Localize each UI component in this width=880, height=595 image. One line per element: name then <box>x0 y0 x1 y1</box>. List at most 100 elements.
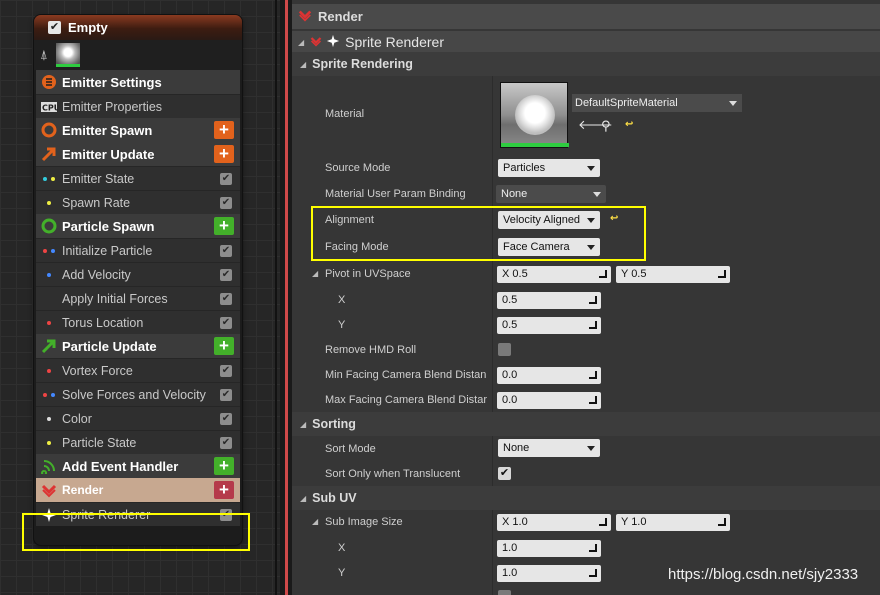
module-enable-checkbox[interactable]: ✔ <box>220 245 232 257</box>
section-particle-spawn[interactable]: Particle Spawn + <box>36 214 240 238</box>
min-facing-input[interactable]: 0.0 <box>497 367 601 384</box>
collapse-arrow-icon[interactable]: ◢ <box>300 420 306 429</box>
sub-image-x-field[interactable]: X 1.0 <box>497 514 611 531</box>
prop-remove-hmd-roll: Remove HMD Roll <box>325 343 417 356</box>
add-event-handler-button[interactable]: + <box>214 457 234 475</box>
search-icon[interactable]: ⚲ <box>601 118 611 134</box>
pivot-y-field[interactable]: Y 0.5 <box>616 266 730 283</box>
category-render[interactable]: Render <box>292 4 880 29</box>
module-dot-icon <box>36 200 62 205</box>
module-enable-checkbox[interactable]: ✔ <box>220 437 232 449</box>
drag-grip-icon <box>599 270 607 278</box>
drag-grip-icon <box>599 518 607 526</box>
module-enable-checkbox[interactable]: ✔ <box>220 173 232 185</box>
category-sub-uv[interactable]: ◢ Sub UV <box>292 486 880 510</box>
sprite-icon <box>326 34 340 51</box>
collapse-arrow-icon[interactable]: ◢ <box>300 494 306 503</box>
add-module-button[interactable]: + <box>214 121 234 139</box>
material-user-param-dropdown[interactable]: None <box>496 185 606 203</box>
render-icon <box>310 34 322 50</box>
category-sorting[interactable]: ◢ Sorting <box>292 412 880 436</box>
reset-default-icon[interactable]: ↩ <box>625 119 633 130</box>
module-enable-checkbox[interactable]: ✔ <box>220 365 232 377</box>
drag-grip-icon <box>589 296 597 304</box>
module-dot-icon <box>36 320 62 325</box>
section-emitter-update[interactable]: Emitter Update + <box>36 142 240 166</box>
module-dot-icon <box>36 272 62 277</box>
module-solve-forces[interactable]: Solve Forces and Velocity ✔ <box>36 382 240 406</box>
section-render[interactable]: Render + <box>36 478 240 502</box>
sub-image-y-input[interactable]: 1.0 <box>497 565 601 582</box>
chevron-down-icon <box>587 166 595 171</box>
pivot-x-input[interactable]: 0.5 <box>497 292 601 309</box>
spawn-circle-icon <box>36 218 62 234</box>
module-initialize-particle[interactable]: Initialize Particle ✔ <box>36 238 240 262</box>
module-dot-icon <box>36 368 62 373</box>
module-enable-checkbox[interactable]: ✔ <box>220 317 232 329</box>
max-facing-input[interactable]: 0.0 <box>497 392 601 409</box>
add-renderer-button[interactable]: + <box>214 481 234 499</box>
module-dots-icon <box>36 172 62 186</box>
material-dropdown[interactable]: DefaultSpriteMaterial <box>572 94 742 112</box>
sub-image-y-field[interactable]: Y 1.0 <box>616 514 730 531</box>
sort-only-translucent-checkbox[interactable]: ✔ <box>498 467 511 480</box>
svg-text:CPU: CPU <box>42 103 58 112</box>
spawn-circle-icon <box>36 122 62 138</box>
module-add-velocity[interactable]: Add Velocity ✔ <box>36 262 240 286</box>
category-sprite-rendering[interactable]: ◢ Sprite Rendering <box>292 52 880 76</box>
collapse-arrow-icon[interactable]: ◢ <box>298 38 304 47</box>
module-enable-checkbox[interactable]: ✔ <box>220 197 232 209</box>
add-module-button[interactable]: + <box>214 145 234 163</box>
module-dots-icon <box>36 388 62 402</box>
module-dots-icon <box>36 244 62 258</box>
partial-checkbox[interactable] <box>498 590 511 595</box>
render-category-strip <box>280 0 292 595</box>
drag-grip-icon <box>589 569 597 577</box>
source-mode-dropdown[interactable]: Particles <box>498 159 600 177</box>
module-vortex-force[interactable]: Vortex Force ✔ <box>36 358 240 382</box>
emitter-header[interactable]: ✔ Empty <box>34 15 242 40</box>
module-enable-checkbox[interactable]: ✔ <box>220 389 232 401</box>
sub-image-x-input[interactable]: 1.0 <box>497 540 601 557</box>
section-add-event-handler[interactable]: Add Event Handler + <box>36 454 240 478</box>
pivot-x-field[interactable]: X 0.5 <box>497 266 611 283</box>
sprite-renderer-header[interactable]: ◢ Sprite Renderer <box>292 31 880 53</box>
sort-mode-dropdown[interactable]: None <box>498 439 600 457</box>
chevron-down-icon <box>729 101 737 106</box>
emitter-title: Empty <box>68 20 108 35</box>
collapse-arrow-icon[interactable]: ◢ <box>312 517 318 526</box>
remove-hmd-roll-checkbox[interactable] <box>498 343 511 356</box>
module-enable-checkbox[interactable]: ✔ <box>220 293 232 305</box>
module-enable-checkbox[interactable]: ✔ <box>220 269 232 281</box>
highlight-box <box>22 513 250 551</box>
module-apply-initial-forces[interactable]: Apply Initial Forces ✔ <box>36 286 240 310</box>
chevron-down-icon <box>587 446 595 451</box>
section-particle-update[interactable]: Particle Update + <box>36 334 240 358</box>
chevron-down-icon <box>593 192 601 197</box>
person-icon: ⍋ <box>40 47 48 62</box>
emitter-thumbnail[interactable] <box>56 43 80 67</box>
module-spawn-rate[interactable]: Spawn Rate ✔ <box>36 190 240 214</box>
emitter-enable-checkbox[interactable]: ✔ <box>48 21 61 34</box>
pivot-y-input[interactable]: 0.5 <box>497 317 601 334</box>
emitter-thumbnail-row: ⍋ <box>34 40 242 70</box>
emitter-node[interactable]: ✔ Empty ⍋ Emitter Settings CPU Emitter P… <box>34 15 242 545</box>
module-torus-location[interactable]: Torus Location ✔ <box>36 310 240 334</box>
add-module-button[interactable]: + <box>214 217 234 235</box>
drag-grip-icon <box>589 544 597 552</box>
module-emitter-state[interactable]: Emitter State ✔ <box>36 166 240 190</box>
drag-grip-icon <box>589 321 597 329</box>
section-emitter-spawn[interactable]: Emitter Spawn + <box>36 118 240 142</box>
material-thumbnail[interactable] <box>500 82 569 148</box>
graph-canvas[interactable]: ✔ Empty ⍋ Emitter Settings CPU Emitter P… <box>0 0 280 595</box>
collapse-arrow-icon[interactable]: ◢ <box>312 269 318 278</box>
module-color[interactable]: Color ✔ <box>36 406 240 430</box>
section-emitter-settings[interactable]: Emitter Settings <box>36 70 240 94</box>
collapse-arrow-icon[interactable]: ◢ <box>300 60 306 69</box>
module-emitter-properties[interactable]: CPU Emitter Properties <box>36 94 240 118</box>
prop-sort-only-translucent: Sort Only when Translucent <box>325 467 461 480</box>
module-enable-checkbox[interactable]: ✔ <box>220 413 232 425</box>
module-particle-state[interactable]: Particle State ✔ <box>36 430 240 454</box>
add-module-button[interactable]: + <box>214 337 234 355</box>
gear-icon <box>36 74 62 90</box>
